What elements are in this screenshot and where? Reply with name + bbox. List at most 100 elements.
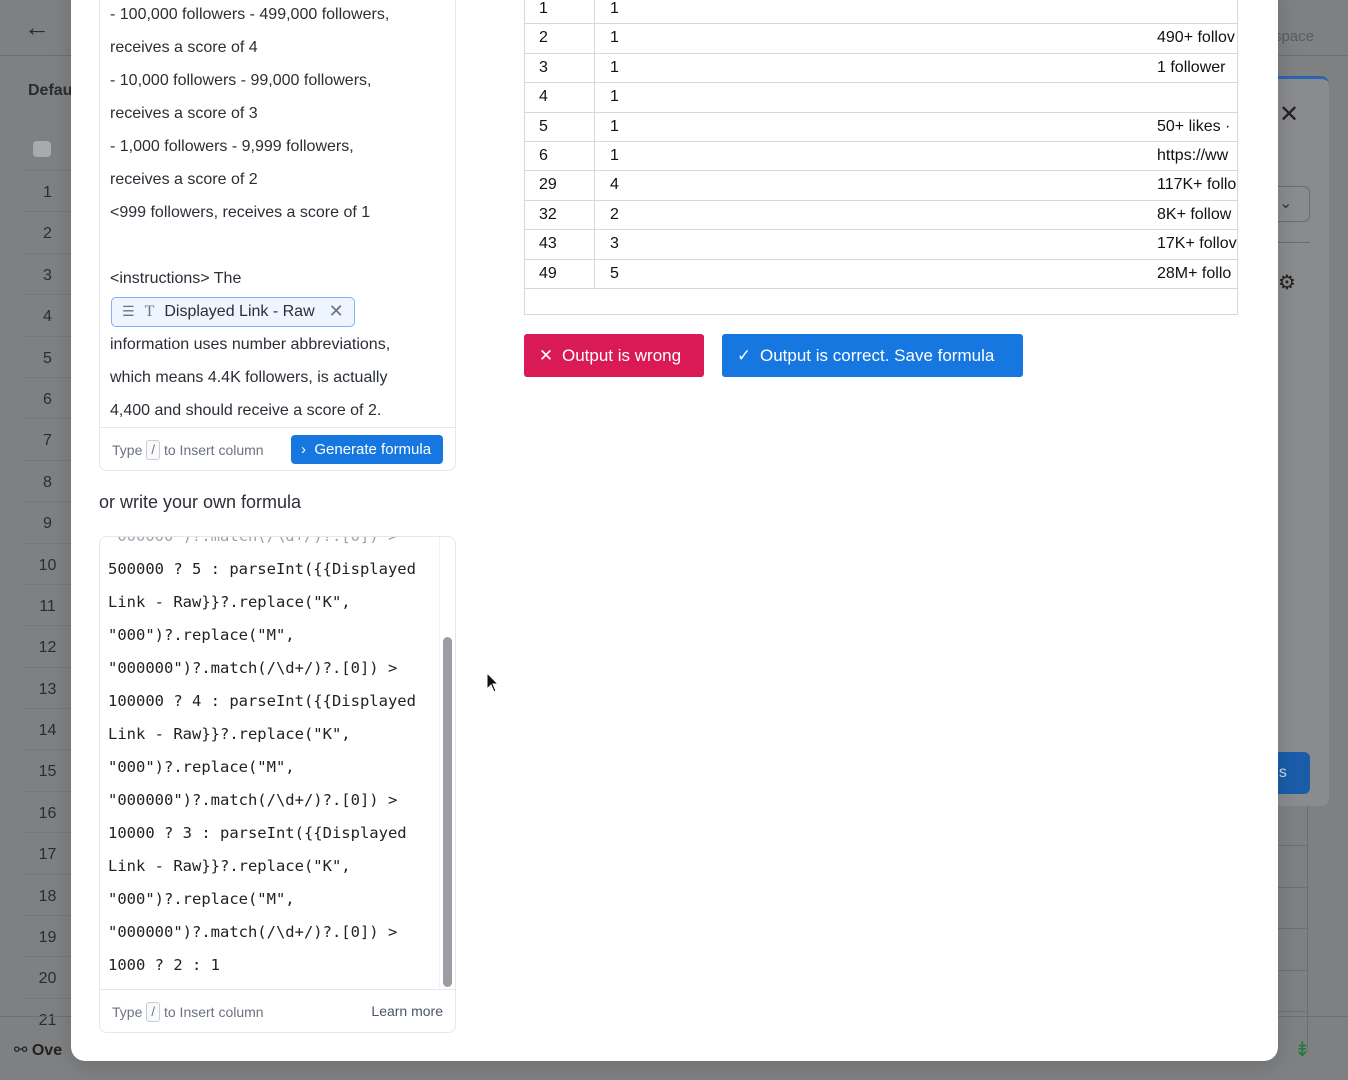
row-number: 9 [24, 501, 71, 542]
score-cell: 4 [610, 176, 619, 194]
row-number-cell: 2 [525, 24, 595, 53]
code-line: "000")?.replace("M", [108, 890, 295, 908]
hint-prefix: Type [112, 1004, 143, 1020]
row-number: 19 [24, 915, 71, 956]
save-formula-button[interactable]: ✓ Output is correct. Save formula [722, 334, 1023, 377]
chevron-right-icon: › [301, 441, 306, 458]
row-number: 6 [24, 376, 71, 418]
code-line: "000000")?.match(/\d+/)?.[0]) > [108, 791, 398, 809]
prompt-footer: Type / to Insert column › Generate formu… [100, 427, 455, 470]
score-cell: 1 [610, 88, 619, 106]
column-chip[interactable]: ☰ T Displayed Link - Raw ✕ [111, 295, 355, 328]
list-icon: ☰ [122, 303, 135, 319]
score-cell: 2 [610, 205, 619, 223]
formula-footer: Type / to Insert column Learn more [100, 989, 455, 1032]
row-number: 11 [24, 583, 71, 625]
mouse-cursor-icon [486, 672, 500, 693]
code-line: 1000 ? 2 : 1 [108, 956, 220, 974]
score-cell: 3 [610, 235, 619, 253]
source-value-cell: 28M+ follo [1157, 264, 1232, 282]
grid-cell [1278, 886, 1308, 929]
formula-editor-card: "000000")?.match(/\d+/)?.[0]) > 500000 ?… [99, 536, 456, 1033]
scrollbar-thumb[interactable] [443, 637, 452, 987]
source-value-cell: 490+ follov [1157, 29, 1235, 47]
table-row: 49 5 28M+ follo [525, 259, 1237, 289]
close-icon: ✕ [538, 346, 554, 365]
table-row: 43 3 17K+ follov [525, 230, 1237, 260]
prompt-editor[interactable]: - 100,000 followers - 499,000 followers,… [110, 0, 440, 427]
table-row: 2 1 490+ follov [525, 24, 1237, 54]
code-line: Link - Raw}}?.replace("K", [108, 593, 351, 611]
row-number: 18 [24, 873, 71, 915]
code-line: Link - Raw}}?.replace("K", [108, 857, 351, 875]
table-row: 31 1 follower [525, 53, 1237, 84]
source-value-cell: https://ww [1157, 147, 1229, 164]
row-number: 13 [24, 666, 71, 708]
gear-icon[interactable]: ⚙ [1278, 270, 1296, 295]
own-formula-title: or write your own formula [99, 492, 302, 512]
row-number-cell: 32 [525, 200, 595, 230]
formula-modal: - 100,000 followers - 499,000 followers,… [71, 0, 1278, 1061]
remove-chip-icon[interactable]: ✕ [329, 295, 344, 328]
prompt-line: information uses number abbreviations, [110, 336, 391, 353]
code-line: "000")?.replace("M", [108, 758, 295, 776]
row-number: 14 [24, 708, 71, 749]
score-cell: 1 [610, 29, 619, 47]
back-arrow-icon[interactable]: ← [24, 14, 50, 40]
workspace-label: space [1273, 28, 1314, 45]
row-number: 1 [24, 170, 71, 211]
table-row: 11 [525, 0, 1237, 25]
row-number-cell: 29 [525, 171, 595, 200]
table-row: 32 2 8K+ follow [525, 200, 1237, 231]
prompt-line: <instructions> The [110, 270, 242, 287]
insert-column-hint: Type / to Insert column [112, 1002, 264, 1022]
score-cell: 1 [610, 117, 619, 135]
text-type-icon: T [144, 303, 155, 320]
row-number: 20 [24, 956, 71, 997]
close-icon[interactable]: ✕ [1279, 100, 1299, 129]
prompt-line: receives a score of 2 [110, 171, 258, 188]
row-number-cell: 6 [525, 142, 595, 171]
chevron-down-icon: ⌄ [1279, 195, 1293, 212]
source-value-cell: 17K+ follov [1157, 235, 1237, 253]
row-number: 10 [24, 542, 71, 584]
hint-suffix: to Insert column [163, 442, 264, 458]
prompt-line: <999 followers, receives a score of 1 [110, 204, 371, 221]
source-value-cell: 1 follower [1157, 58, 1226, 76]
prompt-line: 4,400 and should receive a score of 2. [110, 402, 382, 419]
row-number-cell: 43 [525, 230, 595, 259]
prompt-line: - 100,000 followers - 499,000 followers, [110, 6, 390, 23]
code-line: 500000 ? 5 : parseInt({{Displayed [108, 560, 416, 578]
row-number-cell: 3 [525, 53, 595, 83]
prompt-line: receives a score of 3 [110, 105, 258, 122]
score-cell: 1 [610, 0, 619, 17]
score-cell: 1 [610, 58, 619, 76]
row-number: 4 [24, 294, 71, 335]
table-row: 5 1 50+ likes · [525, 112, 1237, 142]
source-value-cell: 8K+ follow [1157, 205, 1232, 223]
graph-icon: ⚯ [14, 1042, 28, 1059]
overview-tab[interactable]: ⚯ Ove [14, 1040, 62, 1060]
grid-cell [1278, 928, 1308, 970]
overview-label: Ove [31, 1042, 63, 1059]
row-number: 3 [24, 252, 71, 294]
generate-formula-label: Generate formula [314, 441, 432, 458]
formula-code-editor[interactable]: "000000")?.match(/\d+/)?.[0]) > 500000 ?… [100, 537, 441, 989]
code-line: "000000")?.match(/\d+/)?.[0]) > [108, 659, 398, 677]
code-line: "000000")?.match(/\d+/)?.[0]) > [108, 923, 398, 941]
learn-more-link[interactable]: Learn more [371, 1003, 443, 1019]
row-number: 7 [24, 418, 71, 459]
row-number: 5 [24, 335, 71, 377]
table-row: 29 4 117K+ follo [525, 171, 1237, 201]
code-line: "000000")?.match(/\d+/)?.[0]) > [108, 537, 441, 553]
select-all-checkbox[interactable] [33, 141, 51, 157]
collapse-icon[interactable]: ⇟ [1294, 1037, 1311, 1062]
hint-suffix: to Insert column [163, 1004, 264, 1020]
slash-key: / [146, 440, 160, 460]
ai-prompt-card: - 100,000 followers - 499,000 followers,… [99, 0, 456, 471]
source-value-cell: 117K+ follo [1157, 176, 1237, 194]
generate-formula-button[interactable]: › Generate formula [291, 435, 443, 464]
row-number-cell: 49 [525, 259, 595, 288]
output-wrong-button[interactable]: ✕ Output is wrong [524, 334, 704, 377]
row-number: 15 [24, 749, 71, 790]
